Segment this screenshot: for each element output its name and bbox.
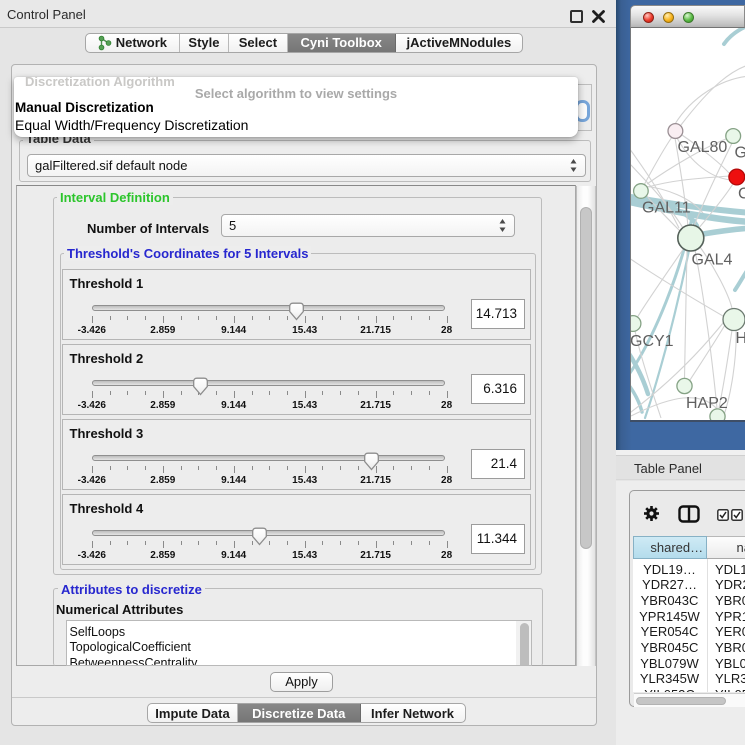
svg-text:GA: GA <box>735 144 745 161</box>
svg-text:GAL11: GAL11 <box>642 199 691 216</box>
svg-text:GAL4: GAL4 <box>692 251 733 268</box>
svg-text:C: C <box>738 185 745 202</box>
svg-text:GCY1: GCY1 <box>631 332 674 349</box>
svg-text:GAL80: GAL80 <box>678 139 728 156</box>
svg-text:H: H <box>736 330 745 347</box>
svg-text:HAP2: HAP2 <box>686 394 728 411</box>
